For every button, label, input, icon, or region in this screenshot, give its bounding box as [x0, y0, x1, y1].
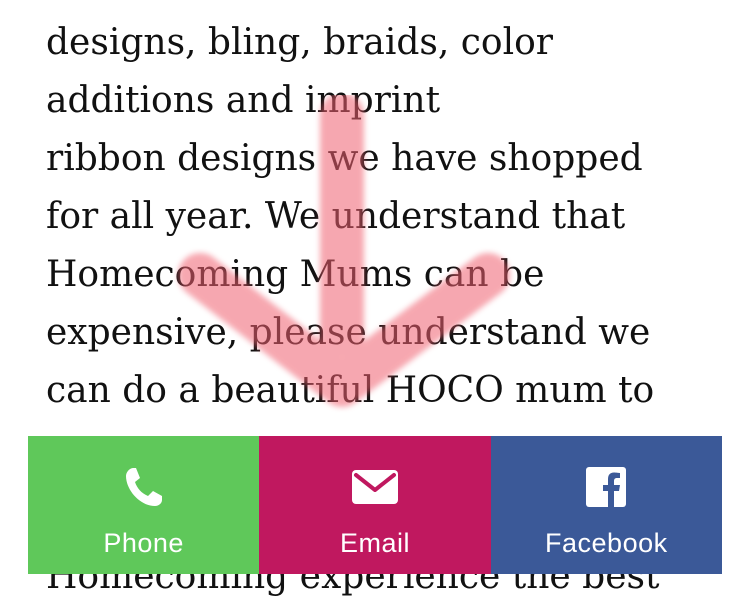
facebook-button[interactable]: Facebook — [490, 436, 722, 574]
article-line: can do a beautiful HOCO mum to — [46, 370, 655, 411]
phone-icon — [124, 464, 164, 510]
article-line: Homecoming Mums can be — [46, 254, 545, 295]
article-line: for all year. We understand that — [46, 196, 626, 237]
article-line: additions and imprint — [46, 80, 441, 121]
phone-label: Phone — [103, 528, 184, 558]
article-text: designs, bling, braids, color additions … — [46, 14, 726, 420]
phone-button[interactable]: Phone — [28, 436, 260, 574]
facebook-label: Facebook — [545, 528, 668, 558]
email-button[interactable]: Email — [259, 436, 491, 574]
article-line: ribbon designs we have shopped — [46, 138, 643, 179]
share-bar: Phone Email Facebook — [28, 436, 722, 574]
facebook-icon — [585, 464, 627, 510]
email-label: Email — [339, 528, 410, 558]
article-line: expensive, please understand we — [46, 312, 651, 353]
article-line: designs, bling, braids, color — [46, 22, 553, 63]
envelope-icon — [351, 464, 399, 510]
